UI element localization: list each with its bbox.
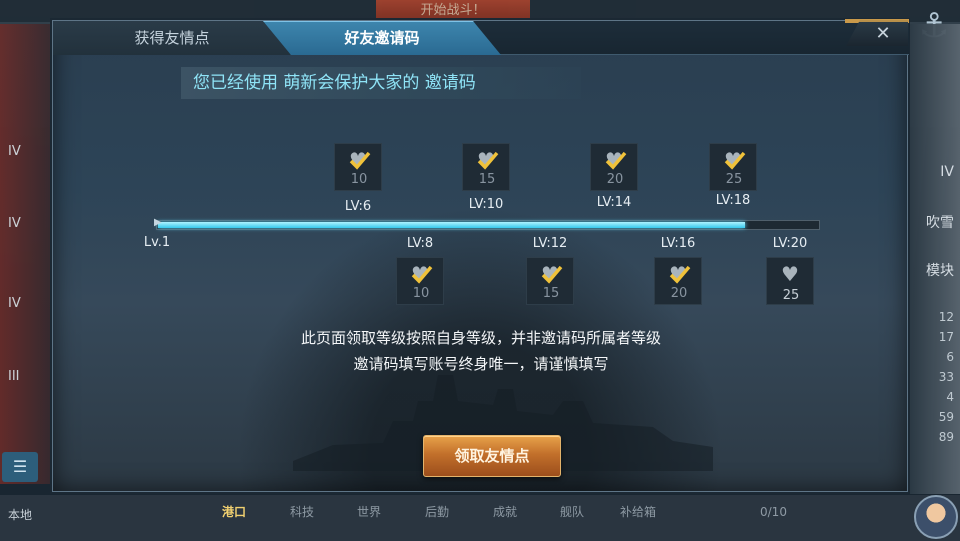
left-fleet-list: IV IV IV III bbox=[0, 24, 50, 484]
start-battle-button[interactable]: 开始战斗！ bbox=[376, 0, 530, 22]
level-label: LV:14 bbox=[596, 195, 632, 210]
checkmark-icon bbox=[669, 265, 691, 284]
notice-unique-code: 邀请码填写账号终身唯一，请谨慎填写 bbox=[353, 355, 609, 373]
fleet-level: IV bbox=[8, 144, 21, 159]
fleet-level: IV bbox=[8, 296, 21, 311]
nav-tab-supply[interactable]: 补给箱 bbox=[620, 495, 656, 529]
level-label: LV:12 bbox=[532, 236, 568, 251]
nav-tab-port[interactable]: 港口 bbox=[222, 495, 246, 529]
reward-amount: 10 bbox=[412, 286, 430, 301]
reward-box-top-4[interactable]: ♥ 25 bbox=[709, 143, 757, 191]
reward-box-bottom-1[interactable]: ♥ 10 bbox=[396, 257, 444, 305]
banner-suffix: 邀请码 bbox=[424, 73, 476, 93]
right-info-column: IV 吹雪 模块 12 17 6 33 4 59 89 bbox=[908, 24, 960, 494]
bottom-nav: 本地 港口 科技 世界 后勤 成就 舰队 补给箱 0/10 bbox=[0, 495, 960, 541]
reward-amount: 10 bbox=[350, 172, 368, 187]
level-progress-fill bbox=[158, 222, 745, 228]
reward-box-bottom-4[interactable]: ♥ 25 bbox=[766, 257, 814, 305]
nav-tab-achievements[interactable]: 成就 bbox=[493, 495, 517, 529]
level-label: LV:20 bbox=[772, 236, 808, 251]
reward-amount: 25 bbox=[782, 288, 800, 303]
stat-value: 33 bbox=[938, 370, 954, 384]
reward-box-bottom-2[interactable]: ♥ 15 bbox=[526, 257, 574, 305]
stat-value: 6 bbox=[946, 350, 954, 364]
fleet-level: IV bbox=[8, 216, 21, 231]
nav-tab-logistics[interactable]: 后勤 bbox=[425, 495, 449, 529]
reward-box-top-3[interactable]: ♥ 20 bbox=[590, 143, 638, 191]
heart-icon: ♥ bbox=[781, 262, 799, 286]
level-label: LV:18 bbox=[715, 193, 751, 208]
checkmark-icon bbox=[349, 151, 371, 170]
stat-value: 12 bbox=[938, 310, 954, 324]
stat-value: 4 bbox=[946, 390, 954, 404]
reward-amount: 25 bbox=[725, 172, 743, 187]
close-icon[interactable]: ✕ bbox=[875, 22, 890, 46]
capacity-counter: 0/10 bbox=[760, 505, 787, 519]
ship-name-label: 吹雪 bbox=[926, 215, 954, 231]
list-icon[interactable]: ☰ bbox=[2, 452, 38, 482]
checkmark-icon bbox=[541, 265, 563, 284]
ship-level-label: IV bbox=[940, 164, 954, 180]
stat-value: 17 bbox=[938, 330, 954, 344]
reward-amount: 20 bbox=[670, 286, 688, 301]
checkmark-icon bbox=[411, 265, 433, 284]
reward-box-top-2[interactable]: ♥ 15 bbox=[462, 143, 510, 191]
nav-tab-world[interactable]: 世界 bbox=[357, 495, 381, 529]
reward-amount: 15 bbox=[478, 172, 496, 187]
module-label[interactable]: 模块 bbox=[926, 260, 954, 280]
progress-start-marker: ▶ bbox=[154, 217, 162, 228]
level-label: LV:8 bbox=[406, 236, 434, 251]
fleet-level: III bbox=[8, 369, 20, 384]
stat-value: 59 bbox=[938, 410, 954, 424]
checkmark-icon bbox=[724, 151, 746, 170]
nav-tab-tech[interactable]: 科技 bbox=[290, 495, 314, 529]
local-label: 本地 bbox=[8, 508, 33, 522]
level-label: LV:6 bbox=[344, 199, 372, 214]
top-resource-bar: 开始战斗！ bbox=[0, 0, 960, 22]
reward-box-bottom-3[interactable]: ♥ 20 bbox=[654, 257, 702, 305]
checkmark-icon bbox=[477, 151, 499, 170]
checkmark-icon bbox=[605, 151, 627, 170]
claim-friendship-button[interactable]: 领取友情点 bbox=[423, 435, 561, 477]
nav-tab-fleet[interactable]: 舰队 bbox=[560, 495, 584, 529]
avatar[interactable] bbox=[914, 495, 958, 539]
reward-amount: 20 bbox=[606, 172, 624, 187]
tab-earn-friendship[interactable]: 获得友情点 bbox=[53, 21, 291, 55]
banner-prefix: 您已经使用 bbox=[193, 73, 278, 93]
level-label: LV:10 bbox=[468, 197, 504, 212]
banner-inviter-name: 萌新会保护大家的 bbox=[283, 73, 420, 93]
notice-level-rule: 此页面领取等级按照自身等级，并非邀请码所属者等级 bbox=[300, 329, 661, 347]
tab-bar: 获得友情点 好友邀请码 bbox=[53, 21, 909, 55]
invite-code-dialog: 获得友情点 好友邀请码 ✕ 您已经使用 萌新会保护大家的 邀请码 ♥ 10 ♥ … bbox=[52, 19, 909, 492]
stat-value: 89 bbox=[938, 430, 954, 444]
reward-box-top-1[interactable]: ♥ 10 bbox=[334, 143, 382, 191]
level-label: LV:16 bbox=[660, 236, 696, 251]
invite-status-banner: 您已经使用 萌新会保护大家的 邀请码 bbox=[181, 67, 581, 99]
level-label-start: Lv.1 bbox=[143, 235, 171, 250]
reward-amount: 15 bbox=[542, 286, 560, 301]
tab-friend-invite-code[interactable]: 好友邀请码 bbox=[263, 21, 501, 55]
